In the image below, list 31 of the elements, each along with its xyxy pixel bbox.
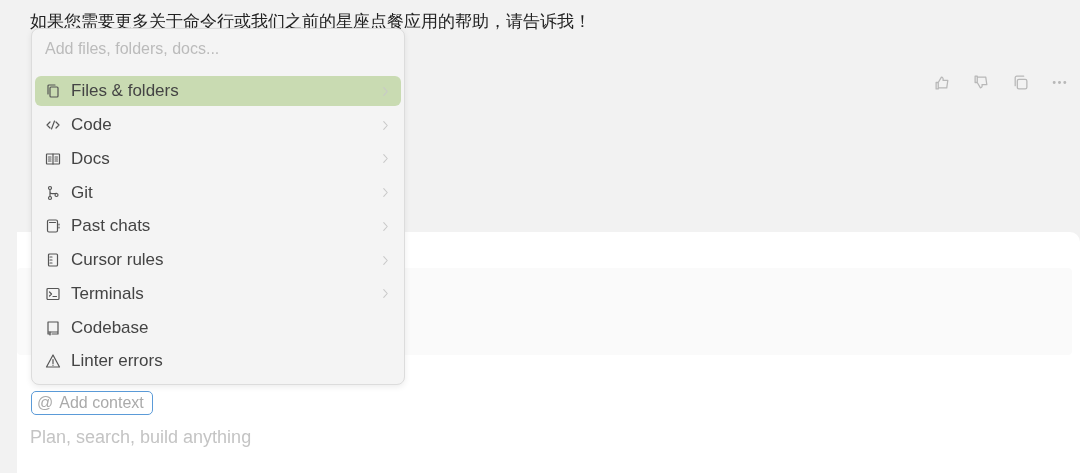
warning-icon bbox=[45, 353, 61, 370]
menu-search-field[interactable]: Add files, folders, docs... bbox=[35, 33, 401, 65]
menu-item-label: Past chats bbox=[71, 216, 152, 237]
menu-item-label: Code bbox=[71, 115, 113, 136]
menu-item[interactable]: Files & folders bbox=[35, 76, 401, 107]
chat-history-icon bbox=[45, 218, 61, 235]
menu-item[interactable]: Linter errors bbox=[35, 346, 401, 377]
codebase-icon bbox=[45, 319, 61, 336]
menu-item[interactable]: Codebase bbox=[35, 312, 401, 343]
menu-item-label: Cursor rules bbox=[71, 250, 165, 271]
menu-item-label: Docs bbox=[71, 148, 111, 169]
menu-item[interactable]: Docs bbox=[35, 143, 401, 174]
menu-item[interactable]: Past chats bbox=[35, 211, 401, 242]
menu-item[interactable]: Code bbox=[35, 110, 401, 141]
prompt-input[interactable]: Plan, search, build anything bbox=[30, 427, 630, 448]
thumbs-up-icon[interactable] bbox=[934, 74, 951, 91]
rules-file-icon bbox=[45, 252, 61, 269]
menu-item-label: Terminals bbox=[71, 283, 145, 304]
thumbs-down-icon[interactable] bbox=[973, 74, 990, 91]
menu-item[interactable]: Cursor rules bbox=[35, 245, 401, 276]
files-icon bbox=[45, 83, 61, 100]
book-icon bbox=[45, 150, 61, 167]
terminal-icon bbox=[45, 285, 61, 302]
menu-item[interactable]: Git bbox=[35, 177, 401, 208]
menu-item-label: Git bbox=[71, 182, 94, 203]
copy-icon[interactable] bbox=[1012, 74, 1029, 91]
menu-item[interactable]: Terminals bbox=[35, 278, 401, 309]
menu-item-label: Codebase bbox=[71, 317, 150, 338]
menu-item-label: Files & folders bbox=[71, 81, 180, 102]
git-branch-icon bbox=[45, 184, 61, 201]
menu-item-label: Linter errors bbox=[71, 351, 164, 372]
